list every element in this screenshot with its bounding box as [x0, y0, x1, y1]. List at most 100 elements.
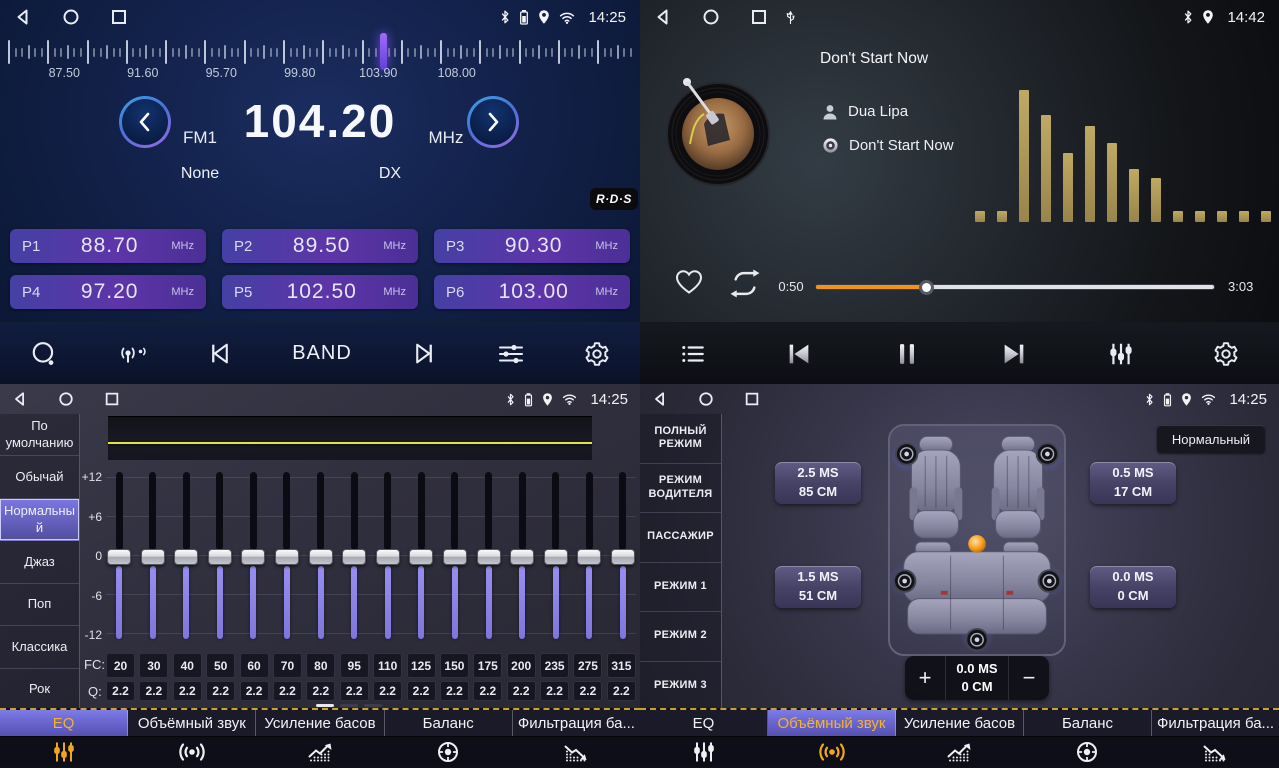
- android-home-button[interactable]: [702, 8, 720, 26]
- android-back-button[interactable]: [652, 391, 668, 407]
- pause-button[interactable]: [893, 340, 921, 368]
- slider-thumb[interactable]: [208, 549, 232, 565]
- listening-mode-item[interactable]: РЕЖИМ 2: [640, 612, 721, 662]
- android-recents-button[interactable]: [750, 8, 768, 26]
- eq-band-slider[interactable]: [274, 472, 300, 642]
- playlist-button[interactable]: [680, 341, 706, 367]
- slider-thumb[interactable]: [342, 549, 366, 565]
- next-track-button[interactable]: [1000, 340, 1028, 368]
- listening-mode-item[interactable]: РЕЖИМ 3: [640, 662, 721, 711]
- slider-thumb[interactable]: [477, 549, 501, 565]
- eq-band-slider[interactable]: [509, 472, 535, 642]
- next-station-button[interactable]: [411, 340, 438, 367]
- android-recents-button[interactable]: [110, 8, 128, 26]
- android-back-button[interactable]: [12, 391, 28, 407]
- slider-thumb[interactable]: [544, 549, 568, 565]
- slider-thumb[interactable]: [141, 549, 165, 565]
- android-home-button[interactable]: [62, 8, 80, 26]
- eq-band-slider[interactable]: [207, 472, 233, 642]
- bass-boost-icon[interactable]: [896, 737, 1024, 767]
- tune-up-button[interactable]: [467, 96, 519, 148]
- decrease-delay-button[interactable]: −: [1009, 656, 1049, 700]
- slider-thumb[interactable]: [611, 549, 635, 565]
- balance-icon[interactable]: [1023, 737, 1151, 767]
- delay-front-right-button[interactable]: 0.5 MS 17 CM: [1090, 462, 1176, 504]
- android-back-button[interactable]: [654, 8, 672, 26]
- previous-track-button[interactable]: [785, 340, 813, 368]
- eq-preset-item[interactable]: Обычай: [0, 456, 79, 498]
- tab-bass-boost[interactable]: Усиление басов: [896, 710, 1024, 736]
- slider-thumb[interactable]: [409, 549, 433, 565]
- filter-icon[interactable]: [1151, 737, 1279, 767]
- sound-profile-button[interactable]: Нормальный: [1157, 425, 1265, 453]
- eq-band-slider[interactable]: [408, 472, 434, 642]
- bass-boost-icon[interactable]: [256, 737, 384, 767]
- slider-thumb[interactable]: [107, 549, 131, 565]
- slider-thumb[interactable]: [443, 549, 467, 565]
- surround-icon[interactable]: [768, 737, 896, 767]
- android-home-button[interactable]: [698, 391, 714, 407]
- progress-thumb[interactable]: [919, 280, 934, 295]
- audio-settings-button[interactable]: [497, 341, 525, 367]
- eq-band-slider[interactable]: [106, 472, 132, 642]
- android-recents-button[interactable]: [744, 391, 760, 407]
- eq-band-slider[interactable]: [308, 472, 334, 642]
- slider-thumb[interactable]: [376, 549, 400, 565]
- listening-mode-item[interactable]: ПОЛНЫЙ РЕЖИМ: [640, 414, 721, 464]
- tab-surround[interactable]: Объёмный звук: [768, 710, 896, 736]
- filter-icon[interactable]: [512, 737, 640, 767]
- tab-surround[interactable]: Объёмный звук: [128, 710, 256, 736]
- radio-preset-button[interactable]: P6 103.00 MHz: [434, 275, 630, 309]
- radio-preset-button[interactable]: P2 89.50 MHz: [222, 229, 418, 263]
- tab-bass-boost[interactable]: Усиление басов: [256, 710, 384, 736]
- eq-preset-item[interactable]: Поп: [0, 584, 79, 626]
- slider-thumb[interactable]: [174, 549, 198, 565]
- eq-preset-item[interactable]: Джаз: [0, 541, 79, 583]
- eq-band-slider[interactable]: [375, 472, 401, 642]
- eq-band-slider[interactable]: [442, 472, 468, 642]
- delay-rear-left-button[interactable]: 1.5 MS 51 CM: [775, 566, 861, 608]
- radio-preset-button[interactable]: P4 97.20 MHz: [10, 275, 206, 309]
- eq-preset-item[interactable]: Классика: [0, 626, 79, 668]
- broadcast-seek-button[interactable]: [117, 341, 147, 367]
- eq-band-slider[interactable]: [576, 472, 602, 642]
- previous-station-button[interactable]: [206, 340, 233, 367]
- frequency-dial[interactable]: [8, 36, 632, 68]
- eq-preset-item[interactable]: Нормальный: [0, 499, 79, 541]
- radio-preset-button[interactable]: P1 88.70 MHz: [10, 229, 206, 263]
- tab-eq[interactable]: EQ: [0, 710, 128, 736]
- slider-thumb[interactable]: [510, 549, 534, 565]
- repeat-button[interactable]: [726, 268, 764, 299]
- eq-band-slider[interactable]: [173, 472, 199, 642]
- radio-preset-button[interactable]: P3 90.30 MHz: [434, 229, 630, 263]
- eq-band-slider[interactable]: [341, 472, 367, 642]
- slider-thumb[interactable]: [241, 549, 265, 565]
- slider-thumb[interactable]: [309, 549, 333, 565]
- tab-balance[interactable]: Баланс: [1024, 710, 1152, 736]
- android-back-button[interactable]: [14, 8, 32, 26]
- tune-down-button[interactable]: [119, 96, 171, 148]
- eq-band-slider[interactable]: [476, 472, 502, 642]
- tab-filter[interactable]: Фильтрация ба...: [1152, 710, 1279, 736]
- eq-band-slider[interactable]: [140, 472, 166, 642]
- eq-preset-item[interactable]: Рок: [0, 669, 79, 710]
- slider-thumb[interactable]: [577, 549, 601, 565]
- audio-settings-button[interactable]: [1108, 341, 1134, 367]
- eq-band-slider[interactable]: [543, 472, 569, 642]
- scan-button[interactable]: [30, 340, 58, 368]
- slider-thumb[interactable]: [275, 549, 299, 565]
- favorite-button[interactable]: [674, 268, 704, 296]
- settings-gear-button[interactable]: [584, 341, 610, 367]
- settings-gear-button[interactable]: [1213, 341, 1239, 367]
- eq-sliders-icon[interactable]: [0, 737, 128, 767]
- delay-front-left-button[interactable]: 2.5 MS 85 CM: [775, 462, 861, 504]
- listening-mode-item[interactable]: РЕЖИМ ВОДИТЕЛЯ: [640, 464, 721, 514]
- increase-delay-button[interactable]: +: [905, 656, 945, 700]
- eq-sliders-icon[interactable]: [640, 737, 768, 767]
- surround-icon[interactable]: [128, 737, 256, 767]
- progress-bar[interactable]: [815, 284, 1215, 290]
- tab-eq[interactable]: EQ: [640, 710, 768, 736]
- listening-mode-item[interactable]: РЕЖИМ 1: [640, 563, 721, 613]
- android-recents-button[interactable]: [104, 391, 120, 407]
- band-button[interactable]: BAND: [292, 342, 352, 365]
